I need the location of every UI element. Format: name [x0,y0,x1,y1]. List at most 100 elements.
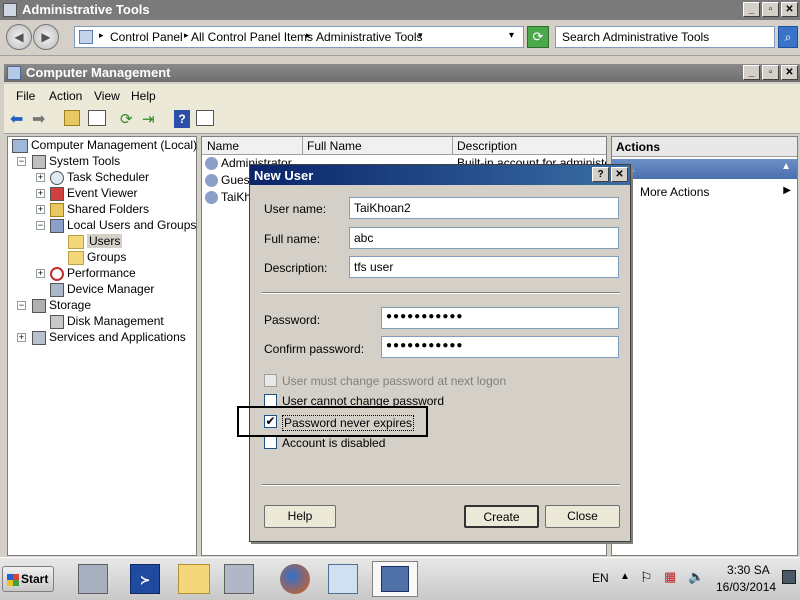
maximize-button[interactable]: ▫ [762,2,779,17]
search-box[interactable]: Search Administrative Tools [555,26,775,48]
expand-task-scheduler[interactable]: + [36,173,45,182]
create-button[interactable]: Create [464,505,539,528]
username-field[interactable]: TaiKhoan2 [349,197,619,219]
tree-storage[interactable]: Storage [32,297,91,313]
menu-file[interactable]: File [16,89,35,103]
account-disabled-checkbox[interactable] [264,436,277,449]
menu-help[interactable]: Help [131,89,156,103]
properties-icon[interactable] [196,110,214,126]
remote-desktop-icon[interactable] [328,564,358,594]
tree-task-scheduler[interactable]: Task Scheduler [50,169,149,185]
description-label: Description: [264,261,328,275]
tree-groups[interactable]: Groups [68,249,126,265]
expand-shared-folders[interactable]: + [36,205,45,214]
tree-performance[interactable]: Performance [50,265,136,281]
tree-users[interactable]: Users [68,233,123,249]
col-divider [452,137,453,155]
fullname-field[interactable]: abc [349,227,619,249]
language-indicator[interactable]: EN [592,571,609,585]
expand-event-viewer[interactable]: + [36,189,45,198]
refresh-button[interactable]: ⟳ [527,26,549,48]
tree-event-viewer[interactable]: Event Viewer [50,185,137,201]
col-description[interactable]: Description [457,139,517,153]
export-list-icon[interactable]: ⇥ [142,110,162,130]
control-panel-icon [79,30,93,44]
close-button[interactable]: ✕ [781,2,798,17]
show-hide-tree-icon[interactable] [88,110,106,126]
password-label: Password: [264,313,321,327]
breadcrumb-all-items[interactable]: All Control Panel Items [191,30,313,44]
search-icon[interactable]: ⌕ [778,26,798,48]
address-dropdown-icon[interactable]: ▾ [509,30,514,41]
mmc-close-button[interactable]: ✕ [781,65,798,80]
expand-local-users[interactable]: − [36,221,45,230]
dialog-close-button[interactable]: ✕ [611,167,628,182]
tree-disk-management[interactable]: Disk Management [50,313,164,329]
explorer-title-bar: Administrative Tools _ ▫ ✕ [0,0,800,20]
back-arrow-icon[interactable]: ⬅ [10,110,30,130]
breadcrumb-sep-icon: ▸ [99,30,104,40]
server-manager-icon[interactable] [78,564,108,594]
computer-management-icon[interactable] [224,564,254,594]
mmc-minimize-button[interactable]: _ [743,65,760,80]
explorer-icon[interactable] [178,564,210,594]
show-hidden-icons[interactable]: ▲ [620,571,630,582]
disk-icon [50,314,64,329]
tree-device-manager[interactable]: Device Manager [50,281,154,297]
expand-performance[interactable]: + [36,269,45,278]
services-icon [32,330,46,345]
forward-arrow-icon[interactable]: ➡ [32,110,52,130]
show-desktop-button[interactable] [782,570,796,584]
taskbar: Start ≻ EN ▲ ⚐ ▦ 🔈 3:30 SA 16/03/2014 [0,557,800,600]
minimize-button[interactable]: _ [743,2,760,17]
menu-action[interactable]: Action [49,89,82,103]
active-mmc-taskbar-button[interactable] [372,561,418,597]
description-field[interactable]: tfs user [349,256,619,278]
col-full-name[interactable]: Full Name [307,139,362,153]
submenu-arrow-icon: ▶ [783,185,791,196]
refresh-icon[interactable]: ⟳ [120,110,140,130]
password-field[interactable]: ●●●●●●●●●●● [381,307,619,329]
expand-system-tools[interactable]: − [17,157,26,166]
back-button[interactable]: ◀ [6,24,32,50]
powershell-icon[interactable]: ≻ [130,564,160,594]
breadcrumb-sep-icon: ▾ [418,30,423,40]
forward-button[interactable]: ▶ [33,24,59,50]
volume-icon[interactable]: 🔈 [688,569,704,585]
clock-time[interactable]: 3:30 SA [727,563,770,577]
flag-icon[interactable]: ⚐ [640,569,653,586]
help-button[interactable]: Help [264,505,336,528]
mmc-maximize-button[interactable]: ▫ [762,65,779,80]
must-change-checkbox[interactable] [264,374,277,387]
mmc-menu-bar: File Action View Help [4,84,800,106]
performance-icon [50,266,64,281]
start-button[interactable]: Start [2,566,54,592]
col-name[interactable]: Name [207,139,239,153]
separator [262,292,620,294]
more-actions-item[interactable]: More Actions ▶ [612,183,797,201]
expand-storage[interactable]: − [17,301,26,310]
menu-view[interactable]: View [94,89,120,103]
tree-root[interactable]: Computer Management (Local) [12,137,197,153]
close-button-dialog[interactable]: Close [545,505,620,528]
breadcrumb-control-panel[interactable]: Control Panel [110,30,183,44]
tree-local-users-groups[interactable]: Local Users and Groups [50,217,196,233]
network-icon[interactable]: ▦ [664,569,676,585]
breadcrumb-admin-tools[interactable]: Administrative Tools [316,30,423,44]
confirm-password-field[interactable]: ●●●●●●●●●●● [381,336,619,358]
expand-services-apps[interactable]: + [17,333,26,342]
actions-section-header[interactable]: ers ▲ [612,159,797,179]
tree-system-tools[interactable]: System Tools [32,153,120,169]
explorer-app-icon [3,3,17,17]
help-icon[interactable]: ? [174,110,190,128]
tree-services-apps[interactable]: Services and Applications [32,329,186,345]
account-disabled-label: Account is disabled [282,436,386,450]
up-folder-icon[interactable] [64,110,80,126]
user-icon [205,191,218,205]
tree-shared-folders[interactable]: Shared Folders [50,201,149,217]
clock-date[interactable]: 16/03/2014 [716,580,776,594]
firefox-icon[interactable] [280,564,310,594]
collapse-icon[interactable]: ▲ [781,161,791,172]
dialog-help-button[interactable]: ? [592,167,609,182]
address-bar[interactable]: ▸ Control Panel ▸ All Control Panel Item… [74,26,524,48]
